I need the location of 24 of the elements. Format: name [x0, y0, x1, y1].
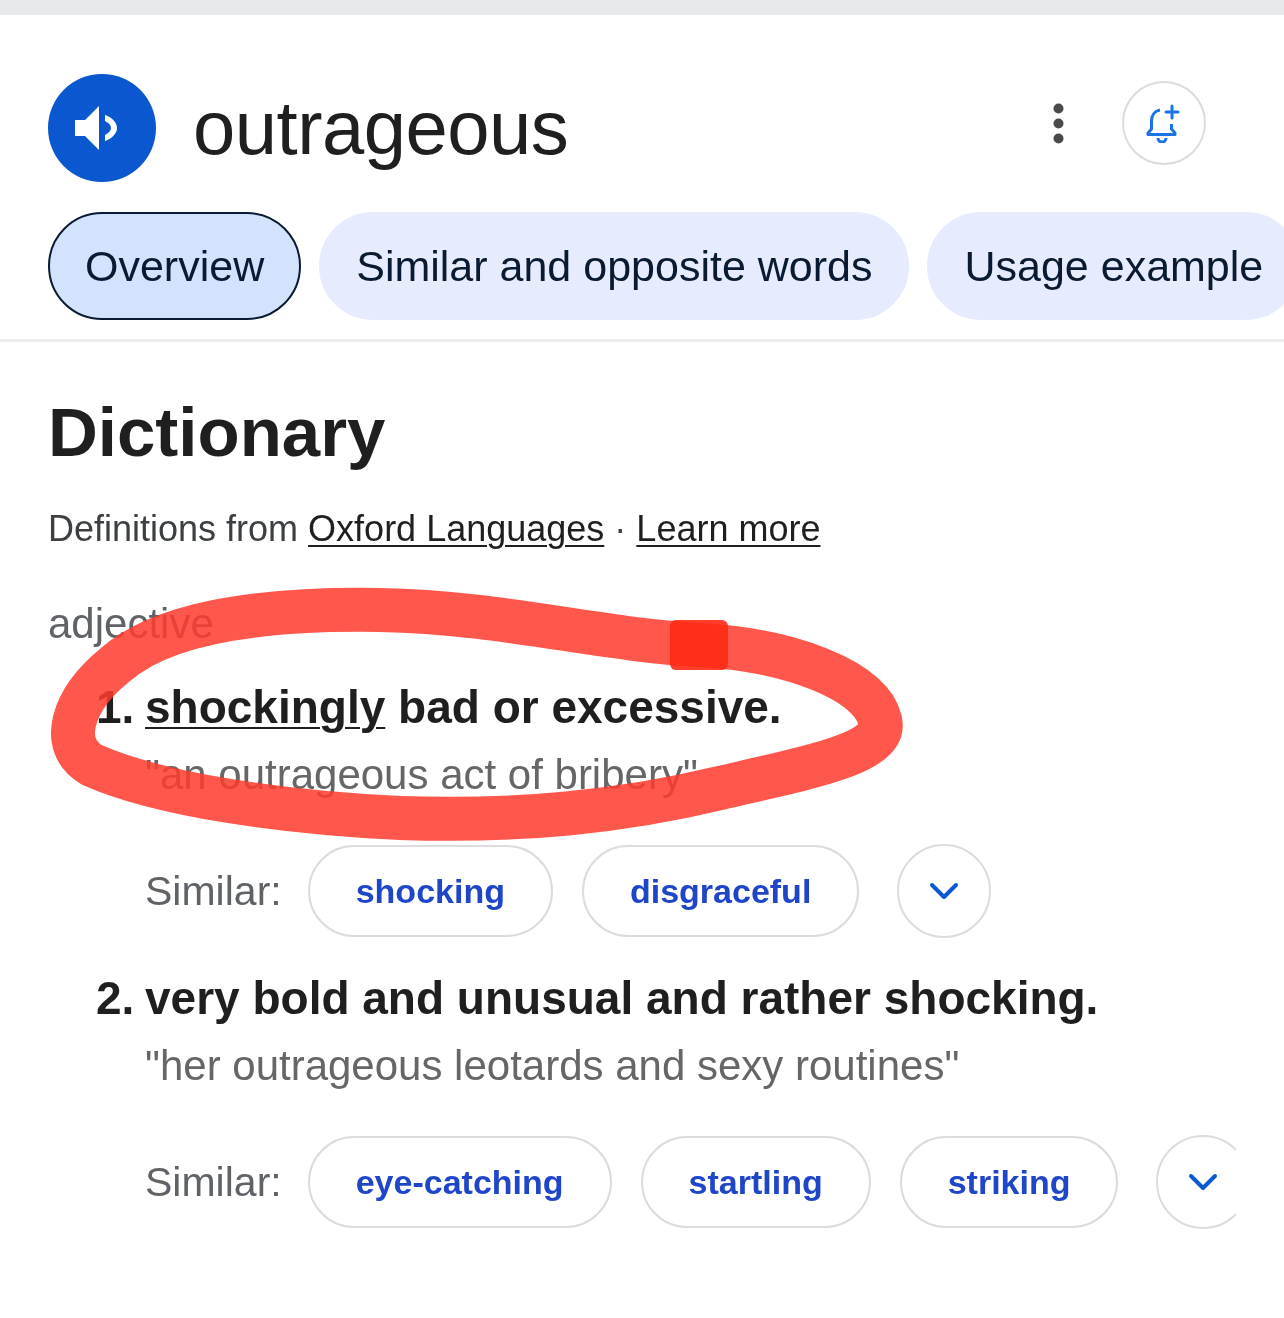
tab[interactable]: Similar and opposite words [319, 212, 910, 320]
tab[interactable]: Usage example [927, 212, 1284, 320]
tab[interactable]: Overview [48, 212, 302, 320]
example-text: "her outrageous leotards and sexy routines" [145, 1041, 960, 1091]
learn-more-link[interactable]: Learn more [636, 508, 821, 549]
definition-text: very bold and unusual and rather shocking. [145, 971, 1099, 1026]
sense-number: 2. [96, 971, 135, 1026]
word-title: outrageous [193, 85, 569, 171]
synonym-chip[interactable]: eye-catching [307, 1136, 612, 1228]
similar-label: Similar: [145, 867, 282, 916]
definition-link[interactable]: shockingly [145, 681, 386, 733]
sense-number: 1. [96, 680, 135, 735]
synonym-chip[interactable]: shocking [307, 845, 553, 937]
more-options-icon [1052, 102, 1064, 144]
chevron-down-icon [1188, 1173, 1219, 1191]
section-heading: Dictionary [48, 394, 386, 472]
synonym-chip[interactable]: disgraceful [581, 845, 860, 937]
chevron-down-icon [929, 882, 960, 900]
synonym-chip[interactable]: startling [640, 1136, 871, 1228]
definition-text: shockingly bad or excessive. [145, 680, 782, 735]
synonym-chip[interactable]: striking [899, 1136, 1119, 1228]
source-link[interactable]: Oxford Languages [308, 508, 605, 549]
attribution-text: Definitions from Oxford Languages · Learn more [48, 507, 822, 551]
similar-label: Similar: [145, 1158, 282, 1207]
